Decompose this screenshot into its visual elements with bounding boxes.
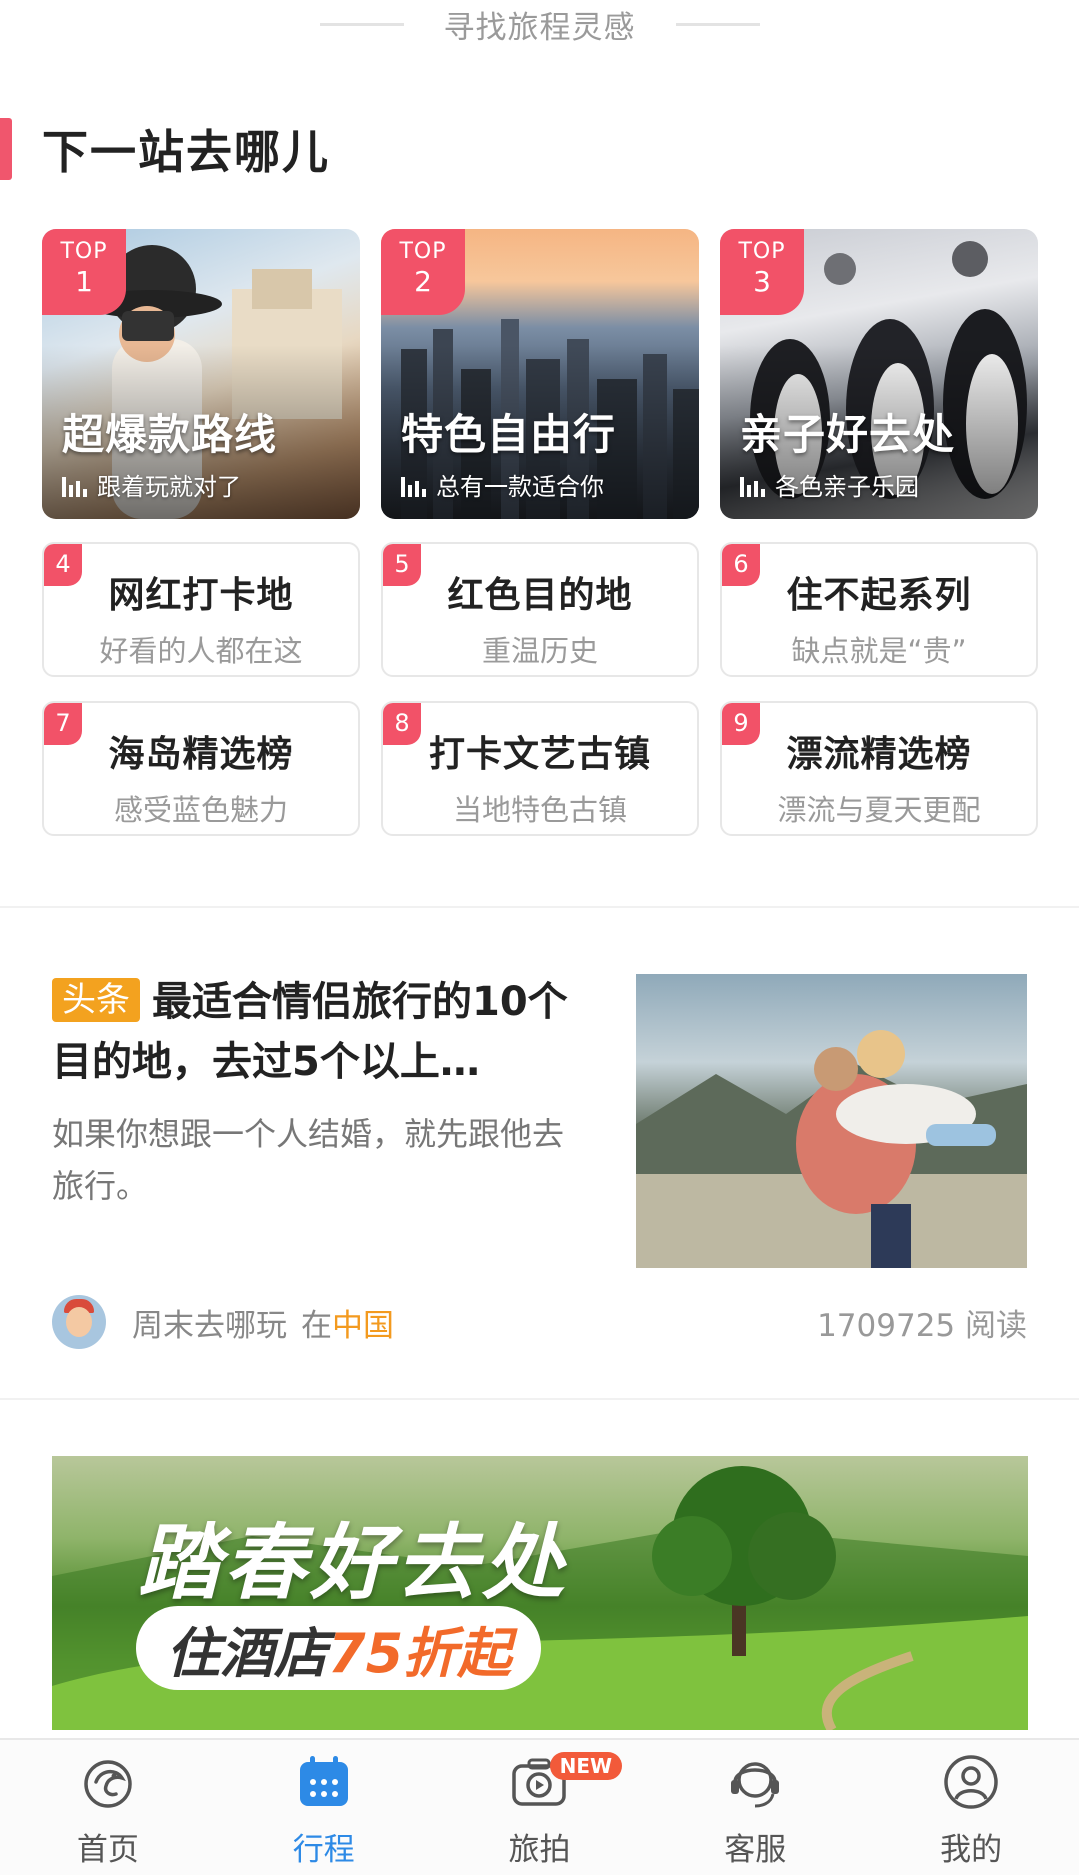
badge-number: 3 xyxy=(753,265,771,298)
rank-title: 住不起系列 xyxy=(786,575,972,616)
rank-subtitle: 重温历史 xyxy=(481,634,598,668)
badge-number: 2 xyxy=(414,265,432,298)
section-header: 下一站去哪儿 xyxy=(0,118,330,180)
author-location[interactable]: 中国 xyxy=(332,1300,394,1345)
section-divider xyxy=(0,1398,1079,1400)
tab-label: 行程 xyxy=(292,1832,355,1868)
section-divider xyxy=(0,906,1079,908)
rank-title: 红色目的地 xyxy=(447,575,633,616)
user-icon xyxy=(944,1755,998,1809)
divider xyxy=(675,22,760,26)
rank-number: 7 xyxy=(44,703,82,745)
banner-offer-highlight: 75折起 xyxy=(328,1621,512,1685)
author-name: 周末去哪玩 xyxy=(132,1307,287,1344)
tab-label: 我的 xyxy=(940,1832,1003,1868)
tab-label: 旅拍 xyxy=(508,1832,571,1868)
rank-card-8[interactable]: 8 打卡文艺古镇 当地特色古镇 xyxy=(381,701,699,836)
read-count: 1709725 阅读 xyxy=(817,1308,1027,1344)
top-card-1[interactable]: TOP 1 超爆款路线 跟着玩就对了 xyxy=(42,229,360,519)
rank-number: 8 xyxy=(383,703,421,745)
article-image[interactable] xyxy=(636,974,1027,1268)
section-accent-bar xyxy=(0,118,12,180)
rank-number: 5 xyxy=(383,544,421,586)
location-prefix: 在 xyxy=(301,1307,332,1344)
tab-label: 客服 xyxy=(724,1832,787,1868)
top-badge: TOP 1 xyxy=(42,229,126,315)
rank-subtitle: 好看的人都在这 xyxy=(99,634,303,668)
calendar-icon xyxy=(299,1756,348,1806)
new-badge: NEW xyxy=(549,1752,623,1780)
card-title: 特色自由行 xyxy=(401,410,617,459)
banner-offer-prefix: 住酒店 xyxy=(166,1621,328,1685)
headline-tag: 头条 xyxy=(52,978,140,1022)
tab-itinerary[interactable]: 行程 xyxy=(216,1740,432,1875)
banner-offer-pill: 住酒店 75折起 xyxy=(136,1606,542,1690)
divider xyxy=(319,22,404,26)
headset-icon xyxy=(731,1762,780,1808)
card-subtitle-text: 跟着玩就对了 xyxy=(97,473,241,501)
avatar-face xyxy=(66,1307,92,1337)
card-subtitle-text: 总有一款适合你 xyxy=(436,473,604,501)
top-badge: TOP 2 xyxy=(381,229,465,315)
rank-card-4[interactable]: 4 网红打卡地 好看的人都在这 xyxy=(42,542,360,677)
article-description: 如果你想跟一个人结婚，就先跟他去旅行。 xyxy=(52,1115,565,1205)
stats-bars-icon xyxy=(62,473,87,497)
tab-home[interactable]: 首页 xyxy=(0,1740,216,1875)
couple-photo xyxy=(636,1030,1027,1268)
section-title: 下一站去哪儿 xyxy=(42,125,330,179)
rank-card-6[interactable]: 6 住不起系列 缺点就是“贵” xyxy=(720,542,1038,677)
badge-label: TOP xyxy=(399,239,447,264)
card-title: 亲子好去处 xyxy=(740,410,956,459)
tab-label: 首页 xyxy=(76,1832,139,1868)
rank-title: 打卡文艺古镇 xyxy=(428,734,651,775)
rank-subtitle: 当地特色古镇 xyxy=(452,793,627,827)
top-badge: TOP 3 xyxy=(720,229,804,315)
rank-number: 4 xyxy=(44,544,82,586)
tab-profile[interactable]: 我的 xyxy=(863,1740,1079,1875)
stats-bars-icon xyxy=(740,473,765,497)
rank-grid: 4 网红打卡地 好看的人都在这 5 红色目的地 重温历史 6 住不起系列 缺点就… xyxy=(42,542,1038,836)
article-title[interactable]: 头条 最适合情侣旅行的10个目的地，去过5个以上… xyxy=(52,972,592,1092)
rank-title: 海岛精选榜 xyxy=(108,734,294,775)
promo-banner[interactable]: 踏春好去处 住酒店 75折起 xyxy=(52,1456,1028,1730)
top-cards: TOP 1 超爆款路线 跟着玩就对了 TOP 2 特色自由行 总有一款适合你 T… xyxy=(42,229,1038,519)
card-subtitle-text: 各色亲子乐园 xyxy=(775,473,919,501)
rank-title: 网红打卡地 xyxy=(108,575,294,616)
badge-label: TOP xyxy=(738,239,786,264)
top-card-3[interactable]: TOP 3 亲子好去处 各色亲子乐园 xyxy=(720,229,1038,519)
tab-travel-photo[interactable]: NEW 旅拍 xyxy=(432,1740,648,1875)
rank-subtitle: 感受蓝色魅力 xyxy=(113,793,288,827)
home-dolphin-icon xyxy=(84,1760,132,1808)
tab-customer-service[interactable]: 客服 xyxy=(647,1740,863,1875)
card-subtitle: 总有一款适合你 xyxy=(401,467,604,502)
card-title: 超爆款路线 xyxy=(62,410,278,459)
bottom-tab-bar: 首页 行程 NEW 旅拍 客服 我的 xyxy=(0,1738,1079,1875)
rank-subtitle: 缺点就是“贵” xyxy=(791,634,967,668)
rank-card-7[interactable]: 7 海岛精选榜 感受蓝色魅力 xyxy=(42,701,360,836)
card-subtitle: 各色亲子乐园 xyxy=(740,467,919,502)
article-author[interactable]: 周末去哪玩 在 中国 xyxy=(52,1294,394,1350)
banner-headline: 踏春好去处 xyxy=(138,1516,568,1611)
badge-label: TOP xyxy=(60,239,108,264)
rank-title: 漂流精选榜 xyxy=(786,734,972,775)
stats-bars-icon xyxy=(401,473,426,497)
rank-card-5[interactable]: 5 红色目的地 重温历史 xyxy=(381,542,699,677)
inspiration-title: 寻找旅程灵感 xyxy=(443,9,636,46)
top-card-2[interactable]: TOP 2 特色自由行 总有一款适合你 xyxy=(381,229,699,519)
inspiration-header: 寻找旅程灵感 xyxy=(0,0,1079,48)
author-avatar xyxy=(52,1295,106,1349)
card-subtitle: 跟着玩就对了 xyxy=(62,467,241,502)
badge-number: 1 xyxy=(75,265,93,298)
rank-card-9[interactable]: 9 漂流精选榜 漂流与夏天更配 xyxy=(720,701,1038,836)
rank-subtitle: 漂流与夏天更配 xyxy=(777,793,981,827)
rank-number: 9 xyxy=(722,703,760,745)
rank-number: 6 xyxy=(722,544,760,586)
